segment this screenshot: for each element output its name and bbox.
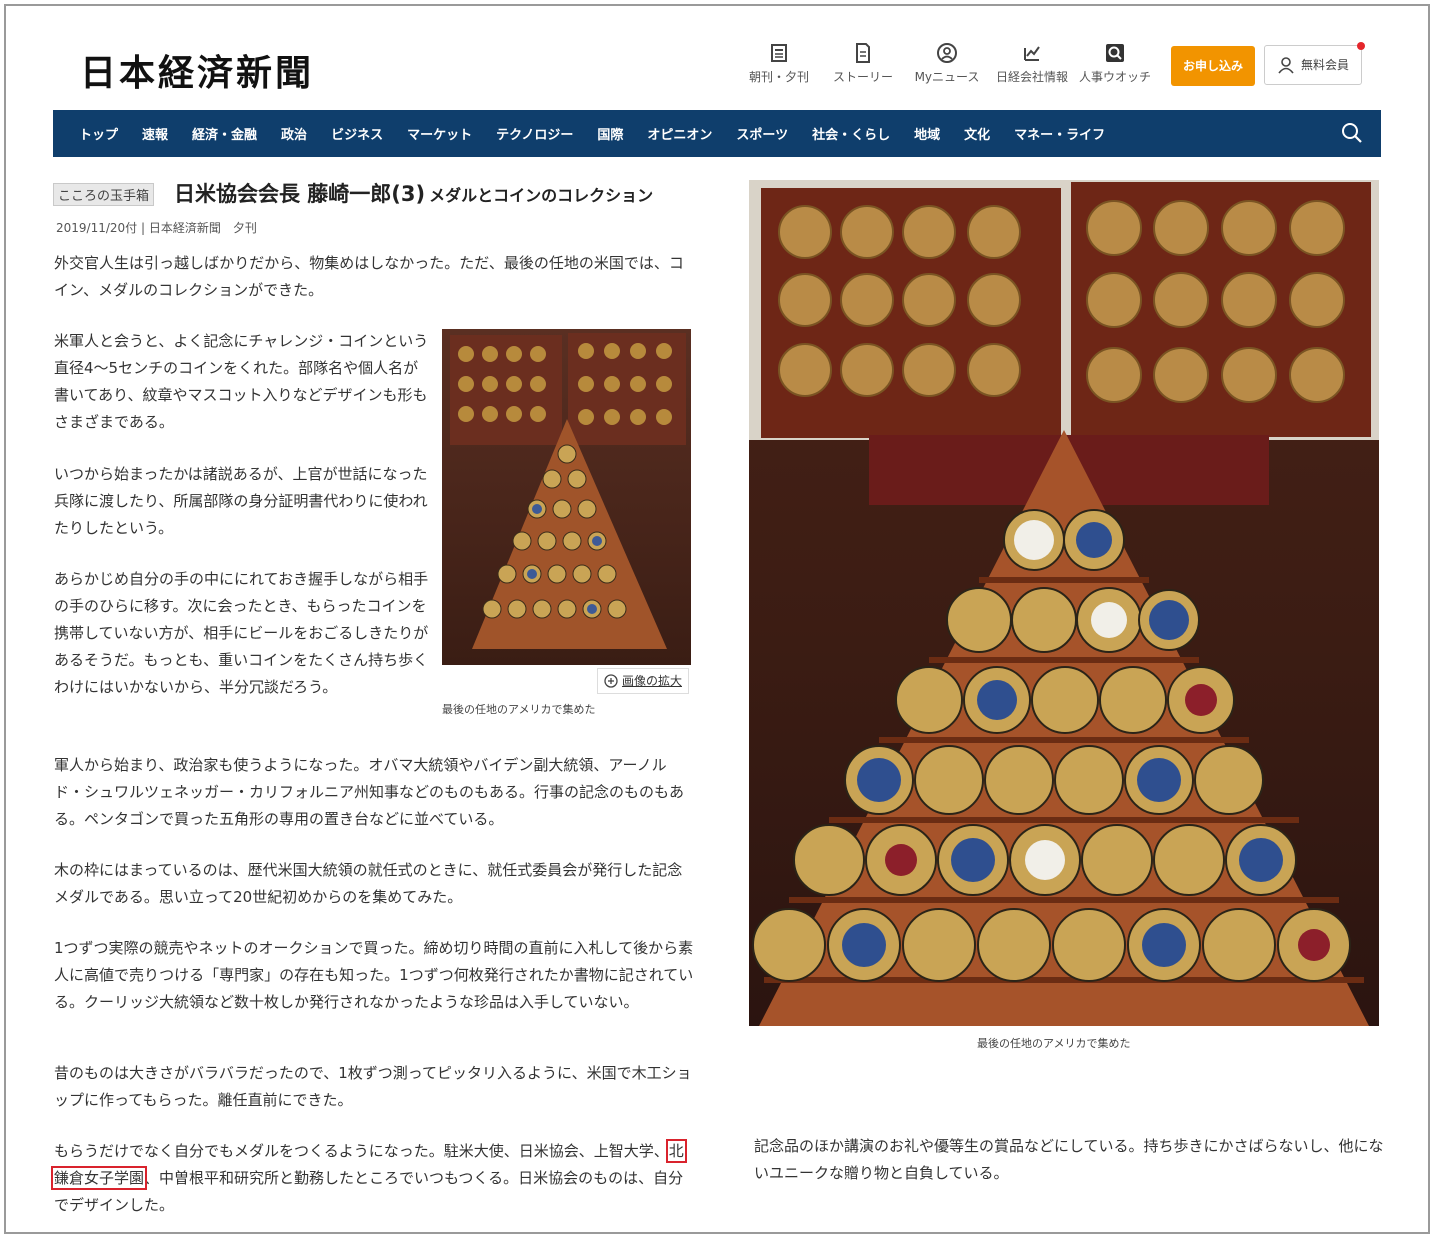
enlarge-image-button[interactable]: 画像の拡大 [597,668,689,694]
site-logo[interactable]: 日本経済新聞 [80,44,314,96]
nav-item-region[interactable]: 地域 [914,124,940,143]
story-link[interactable]: ストーリー [832,42,894,85]
nav-item-business[interactable]: ビジネス [331,124,383,143]
story-label: ストーリー [832,70,893,84]
series-tag[interactable]: こころの玉手箱 [53,183,155,206]
article-subtitle: メダルとコインのコレクション [429,186,654,205]
nav-item-top[interactable]: トップ [79,124,118,143]
paragraph-7: 1つずつ実際の競売やネットのオークションで買った。締め切り時間の直前に入札して後… [54,939,694,1011]
nav-item-politics[interactable]: 政治 [281,124,307,143]
main-nav: トップ 速報 経済・金融 政治 ビジネス マーケット テクノロジー 国際 オピニ… [53,110,1381,157]
nav-item-market[interactable]: マーケット [407,124,472,143]
right-paragraph: 記念品のほか講演のお礼や優等生の賞品などにしている。持ち歩きにかさばらないし、他… [754,1137,1384,1182]
paragraph-1: 外交官人生は引っ越しばかりだから、物集めはしなかった。ただ、最後の任地の米国では… [54,254,684,299]
dateline: 2019/11/20付 | 日本経済新聞 夕刊 [56,221,257,235]
paragraph-4: あらかじめ自分の手の中ににれておき握手しながら相手の手のひらに移す。次に会ったと… [54,570,429,696]
large-photo-caption: 最後の任地のアメリカで集めた [977,1037,1131,1050]
small-photo-caption: 最後の任地のアメリカで集めた [442,703,596,716]
chart-icon [994,42,1070,68]
paragraph-8: 昔のものは大きさがバラバラだったので、1枚ずつ測ってピッタリ入るように、米国で木… [54,1064,692,1109]
personnel-watch-link[interactable]: 人事ウオッチ [1079,42,1151,85]
small-photo[interactable] [442,329,691,665]
article-title-main: 日米協会会長 藤崎一郎(3) [174,182,426,206]
nav-item-sports[interactable]: スポーツ [736,124,788,143]
morning-evening-label: 朝刊・夕刊 [748,70,809,84]
paragraph-2: 米軍人と会うと、よく記念にチャレンジ・コインという直径4～5センチのコインをくれ… [54,332,429,431]
search-icon[interactable] [1341,122,1363,144]
user-icon [1278,57,1294,74]
my-news-link[interactable]: Myニュース [913,42,981,85]
zoom-in-icon [604,674,618,688]
document-icon [832,42,894,68]
paragraph-5: 軍人から始まり、政治家も使うようになった。オバマ大統領やバイデン副大統領、アーノ… [54,756,685,828]
paragraph-9-before: もらうだけでなく自分でもメダルをつくるようになった。駐米大使、日米協会、上智大学… [54,1142,669,1160]
paragraph-9: もらうだけでなく自分でもメダルをつくるようになった。駐米大使、日米協会、上智大学… [51,1138,694,1219]
nav-item-international[interactable]: 国際 [597,124,623,143]
article-title: 日米協会会長 藤崎一郎(3) メダルとコインのコレクション [174,178,653,208]
paragraph-3: いつから始まったかは諸説あるが、上官が世話になった兵隊に渡したり、所属部隊の身分… [54,465,428,537]
paragraph-6: 木の枠にはまっているのは、歴代米国大統領の就任式のときに、就任式委員会が発行した… [54,861,683,906]
large-photo[interactable] [749,180,1379,1026]
enlarge-image-label: 画像の拡大 [621,674,682,688]
company-info-link[interactable]: 日経会社情報 [994,42,1070,85]
nav-item-money-life[interactable]: マネー・ライフ [1014,124,1105,143]
nav-item-breaking[interactable]: 速報 [142,124,168,143]
my-news-label: Myニュース [914,70,980,84]
notification-dot [1357,42,1365,50]
free-member-button[interactable]: 無料会員 [1264,45,1362,85]
company-info-label: 日経会社情報 [995,70,1068,84]
personnel-watch-label: 人事ウオッチ [1079,70,1152,84]
magnifier-icon [1079,42,1151,68]
newspaper-icon [748,42,810,68]
morning-evening-edition-link[interactable]: 朝刊・夕刊 [748,42,810,85]
nav-item-society[interactable]: 社会・くらし [812,124,890,143]
person-circle-icon [913,42,981,68]
nav-item-technology[interactable]: テクノロジー [496,124,573,143]
paragraph-9-after: 、中曽根平和研究所と勤務したところでいつもつくる。日米協会のものは、自分でデザイ… [54,1169,684,1214]
subscribe-button[interactable]: お申し込み [1171,46,1255,86]
nav-item-culture[interactable]: 文化 [964,124,990,143]
nav-item-opinion[interactable]: オピニオン [647,124,712,143]
nav-item-economy-finance[interactable]: 経済・金融 [192,124,257,143]
free-member-label: 無料会員 [1301,58,1350,72]
